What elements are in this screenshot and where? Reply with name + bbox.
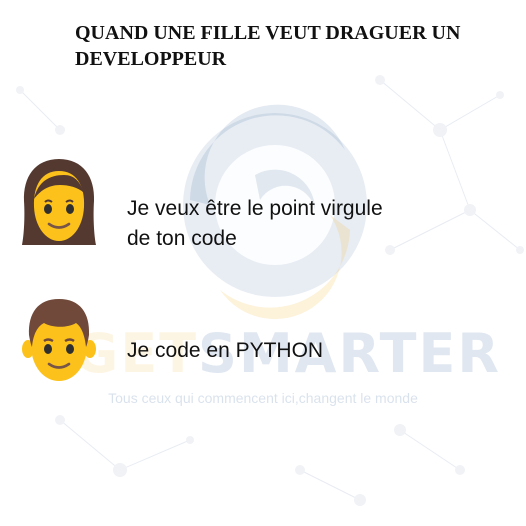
man-emoji-icon [22,299,96,381]
boy-message: Je code en PYTHON [127,339,324,362]
meme-title: QUAND UNE FILLE VEUT DRAGUER UN DEVELOPP… [75,22,461,70]
girl-message: Je veux être le point virgule de ton cod… [127,194,447,254]
watermark-logo-icon [183,104,367,320]
watermark-tagline: Tous ceux qui commencent ici,changent le… [108,390,418,406]
woman-emoji-icon [22,159,96,245]
girl-message-line1: Je veux être le point virgule [127,197,383,220]
girl-message-line2: de ton code [127,227,237,250]
watermark: GETSMARTER Tous ceux qui commencent ici,… [0,0,526,526]
